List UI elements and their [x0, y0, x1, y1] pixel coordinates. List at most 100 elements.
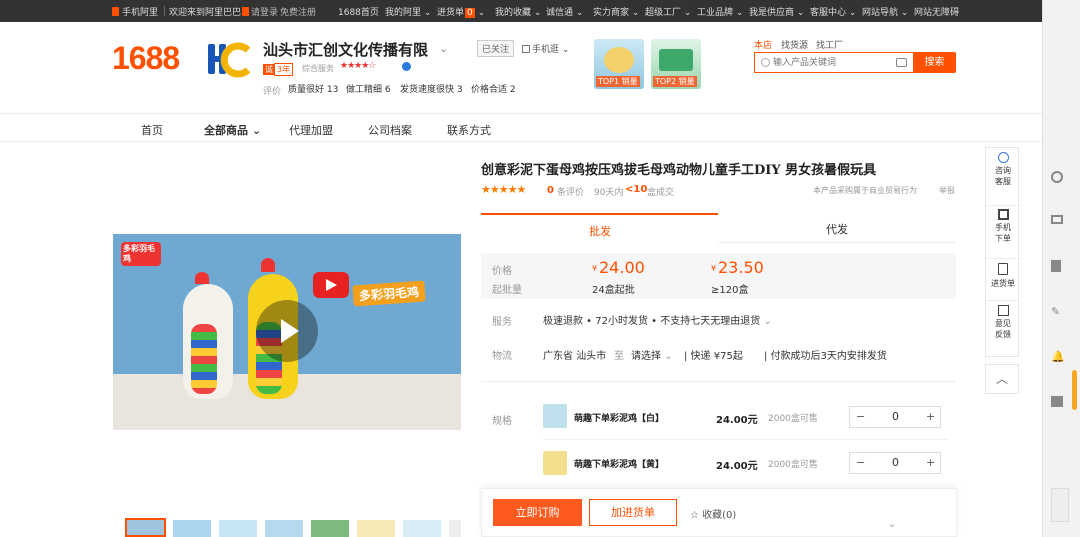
minus-button[interactable]: − — [856, 410, 865, 423]
search-tab-source[interactable]: 找货源 — [781, 38, 808, 51]
cart-link[interactable]: 进货单 0 ⌄ — [437, 5, 485, 18]
industrial-brand-link[interactable]: 工业品牌 ⌄ — [697, 5, 743, 18]
extension-icon[interactable]: ✎ — [1051, 305, 1063, 318]
feedback-button[interactable]: 意见反馈 — [986, 300, 1020, 340]
add-cart-button[interactable]: 加进货单 — [589, 499, 677, 526]
chevron-down-icon: ⌄ — [683, 8, 692, 18]
product-video[interactable]: 多彩羽毛鸡 多彩羽毛鸡 — [113, 234, 461, 430]
credit-link[interactable]: 诚信通 ⌄ — [546, 5, 583, 18]
spec-stock: 2000盒可售 — [768, 460, 818, 470]
thumbnail-next-icon[interactable] — [449, 520, 461, 537]
service-center-link[interactable]: 客服中心 ⌄ — [810, 5, 856, 18]
site-nav-link[interactable]: 网站导航 ⌄ — [862, 5, 908, 18]
search-tab-factory[interactable]: 找工厂 — [816, 38, 843, 51]
spec-stock: 2000盒可售 — [768, 414, 818, 424]
tab-wholesale[interactable]: 批发 — [481, 213, 718, 243]
nav-agency[interactable]: 代理加盟 — [289, 122, 333, 138]
report-link[interactable]: 举报 — [939, 185, 955, 196]
search-input[interactable] — [773, 55, 888, 70]
strength-merchant-link[interactable]: 实力商家 ⌄ — [593, 5, 639, 18]
review-chip[interactable]: 价格合适 2 — [471, 82, 516, 96]
chevron-down-icon: ⌄ — [900, 8, 909, 18]
favorites-link[interactable]: 我的收藏 ⌄ — [495, 5, 541, 18]
service-label: 综合服务 — [302, 64, 334, 73]
home-link[interactable]: 1688首页 — [338, 5, 379, 18]
buy-now-button[interactable]: 立即订购 — [493, 499, 582, 526]
review-chip[interactable]: 发货速度很快 3 — [400, 82, 463, 96]
quantity-stepper: − 0 + — [849, 452, 941, 474]
minus-button[interactable]: − — [856, 456, 865, 469]
nav-contact[interactable]: 联系方式 — [447, 122, 491, 138]
thumbnail-strip — [113, 518, 461, 537]
shop-name[interactable]: 汕头市汇创文化传播有限 — [263, 39, 428, 60]
search-tab-shop[interactable]: 本店 — [754, 38, 772, 51]
chevron-down-icon: ⌄ — [575, 8, 584, 18]
plus-button[interactable]: + — [926, 410, 935, 423]
scrollbar-thumb[interactable] — [1072, 370, 1077, 410]
my-ali-link[interactable]: 我的阿里 ⌄ — [385, 5, 431, 18]
top2-product-ad[interactable]: TOP2 销量 — [651, 39, 701, 89]
login-link[interactable]: 请登录 — [242, 5, 278, 18]
express-fee: | 快递 ¥75起 — [684, 351, 743, 362]
logistics-from: 广东省 汕头市 — [543, 351, 607, 362]
logistics-row-label: 物流 — [492, 351, 512, 362]
consult-service-button[interactable]: 咨询客服 — [986, 152, 1020, 187]
favorite-button[interactable]: ☆ 收藏(0) — [690, 506, 736, 521]
follow-button[interactable]: 已关注 — [477, 40, 515, 57]
supplier-link[interactable]: 我是供应商 ⌄ — [749, 5, 804, 18]
moq-tier-2: ≥120盒 — [711, 285, 749, 296]
trade-notice: 本产品采购属于商业贸易行为 — [813, 186, 917, 195]
video-title-banner: 多彩羽毛鸡 — [352, 280, 426, 307]
years-badge: 3年 — [274, 63, 294, 76]
nav-company-profile[interactable]: 公司档案 — [368, 122, 412, 138]
site-logo[interactable]: 1688 — [112, 40, 180, 77]
search-button[interactable]: 搜索 — [913, 52, 956, 73]
reader-icon[interactable] — [1051, 396, 1063, 407]
thumbnail[interactable] — [403, 520, 441, 537]
super-factory-link[interactable]: 超级工厂 ⌄ — [645, 5, 691, 18]
top-bar: 手机阿里 欢迎来到阿里巴巴 请登录 免费注册 1688首页 我的阿里 ⌄ 进货单… — [0, 0, 1042, 22]
thumbnail[interactable] — [219, 520, 257, 537]
quantity-input[interactable]: 0 — [892, 410, 899, 423]
play-icon[interactable] — [256, 300, 318, 362]
shop-logo[interactable] — [208, 40, 251, 80]
mail-icon[interactable] — [1051, 215, 1063, 224]
spec-thumbnail[interactable] — [543, 451, 567, 475]
register-link[interactable]: 免费注册 — [280, 5, 316, 18]
chevron-down-icon[interactable]: ⌄ — [888, 519, 896, 530]
logistics-to-label: 至 — [614, 351, 624, 362]
review-label: 条评价 — [557, 188, 585, 198]
plus-button[interactable]: + — [926, 456, 935, 469]
widget-icon[interactable] — [1051, 488, 1069, 522]
mobile-shop-link[interactable]: 手机逛 ⌄ — [522, 42, 569, 55]
nav-home[interactable]: 首页 — [141, 122, 163, 138]
camera-icon[interactable] — [896, 58, 907, 67]
mobile-ali-link[interactable]: 手机阿里 — [112, 5, 158, 18]
destination-select[interactable]: 请选择 ⌄ — [631, 347, 673, 362]
review-count[interactable]: 0 — [547, 185, 554, 196]
review-chip[interactable]: 质量很好 13 — [288, 82, 338, 96]
user-icon[interactable] — [1051, 171, 1063, 183]
edit-icon — [997, 305, 1009, 316]
chevron-down-icon: ⌄ — [848, 8, 857, 18]
quantity-input[interactable]: 0 — [892, 456, 899, 469]
review-chip[interactable]: 做工精细 6 — [346, 82, 391, 96]
bookmark-icon[interactable] — [1051, 260, 1061, 272]
bell-icon[interactable]: 🔔 — [1051, 350, 1065, 363]
thumbnail[interactable] — [311, 520, 349, 537]
accessibility-link[interactable]: 网站无障碍 — [914, 5, 959, 18]
top1-product-ad[interactable]: TOP1 销量 — [594, 39, 644, 89]
thumbnail[interactable] — [125, 518, 166, 537]
mobile-order-button[interactable]: 手机下单 — [986, 205, 1020, 244]
thumbnail[interactable] — [173, 520, 211, 537]
nav-all-products[interactable]: 全部商品 ⌄ — [204, 122, 261, 138]
verified-icon — [402, 62, 411, 71]
tab-dropship[interactable]: 代发 — [718, 213, 956, 243]
cart-list-button[interactable]: 进货单 — [986, 258, 1020, 289]
service-text[interactable]: 极速退款 • 72小时发货 • 不支持七天无理由退货 ⌄ — [543, 312, 772, 327]
chevron-down-icon[interactable]: ⌄ — [439, 42, 448, 55]
thumbnail[interactable] — [357, 520, 395, 537]
spec-thumbnail[interactable] — [543, 404, 567, 428]
thumbnail[interactable] — [265, 520, 303, 537]
back-to-top-button[interactable]: ︿ — [985, 364, 1019, 394]
